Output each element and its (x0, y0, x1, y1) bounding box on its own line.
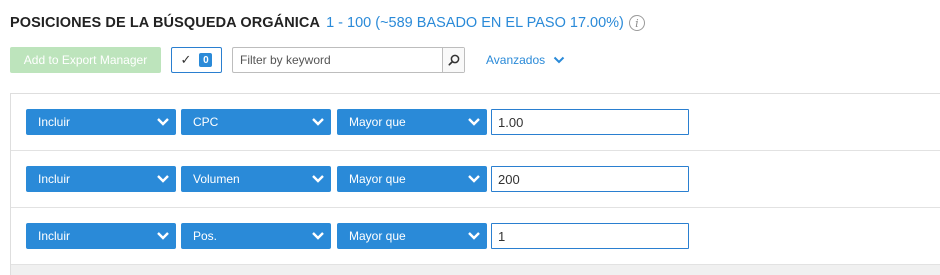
panel-footer (11, 265, 940, 275)
field-select[interactable]: CPC (181, 109, 331, 135)
field-select-value: Volumen (193, 172, 240, 186)
include-select-value: Incluir (38, 229, 71, 243)
include-select-value: Incluir (38, 172, 71, 186)
add-to-export-manager-button[interactable]: Add to Export Manager (10, 47, 161, 73)
filter-value-input[interactable] (491, 223, 689, 249)
select-toggle-button[interactable]: ✓ 0 (171, 47, 222, 73)
checkmark-icon: ✓ (180, 52, 192, 67)
field-select-value: Pos. (193, 229, 218, 243)
chevron-down-icon (312, 118, 324, 126)
field-select-value: CPC (193, 115, 219, 129)
page-title: POSICIONES DE LA BÚSQUEDA ORGÁNICA (10, 15, 321, 31)
chevron-down-icon (157, 118, 169, 126)
keyword-filter (232, 47, 465, 73)
filter-value-input[interactable] (491, 166, 689, 192)
include-select[interactable]: Incluir (26, 223, 176, 249)
search-button[interactable] (442, 48, 464, 72)
chevron-down-icon (468, 118, 480, 126)
filter-value-input[interactable] (491, 109, 689, 135)
header: POSICIONES DE LA BÚSQUEDA ORGÁNICA 1 - 1… (10, 13, 645, 33)
operator-select[interactable]: Mayor que (337, 109, 487, 135)
chevron-down-icon (468, 175, 480, 183)
operator-select-value: Mayor que (349, 172, 406, 186)
advanced-toggle[interactable]: Avanzados (486, 51, 565, 69)
results-range: 1 - 100 (~589 BASADO EN EL PASO 17.00%) (326, 15, 624, 31)
advanced-label: Avanzados (486, 53, 546, 67)
filter-row: Incluir Volumen Mayor que (11, 151, 940, 208)
field-select[interactable]: Volumen (181, 166, 331, 192)
info-icon[interactable]: i (628, 15, 645, 31)
include-select[interactable]: Incluir (26, 109, 176, 135)
chevron-down-icon (157, 175, 169, 183)
chevron-down-icon (157, 232, 169, 240)
operator-select[interactable]: Mayor que (337, 166, 487, 192)
include-select[interactable]: Incluir (26, 166, 176, 192)
keyword-filter-input[interactable] (233, 48, 443, 72)
filter-row: Incluir CPC Mayor que (11, 94, 940, 151)
field-select[interactable]: Pos. (181, 223, 331, 249)
chevron-down-icon (312, 232, 324, 240)
filter-row: Incluir Pos. Mayor que (11, 208, 940, 265)
operator-select-value: Mayor que (349, 229, 406, 243)
operator-select-value: Mayor que (349, 115, 406, 129)
search-icon (447, 54, 459, 66)
chevron-down-icon (468, 232, 480, 240)
selected-count-badge: 0 (199, 53, 213, 67)
chevron-down-icon (312, 175, 324, 183)
chevron-down-icon (553, 56, 565, 64)
operator-select[interactable]: Mayor que (337, 223, 487, 249)
advanced-filters-panel: Incluir CPC Mayor que Incluir Volumen Ma… (10, 93, 940, 275)
include-select-value: Incluir (38, 115, 71, 129)
